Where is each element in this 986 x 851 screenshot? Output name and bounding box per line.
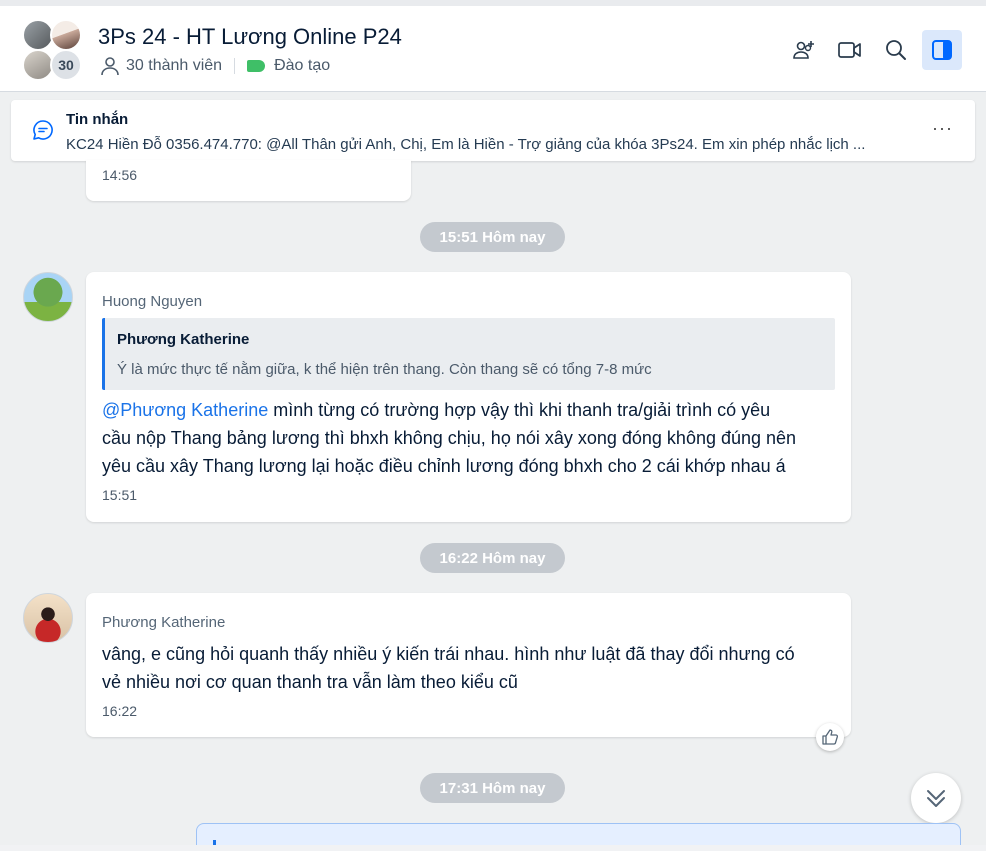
chat-header: 30 3Ps 24 - HT Lương Online P24 30 thành… xyxy=(0,6,986,92)
sender-name: Huong Nguyen xyxy=(102,293,203,310)
tag-label[interactable]: Đào tạo xyxy=(274,57,330,75)
thumbs-up-icon xyxy=(821,728,839,746)
bottom-strip xyxy=(0,845,986,851)
quoted-message[interactable]: Phương Katherine Ý là mức thực tế nằm gi… xyxy=(102,318,835,390)
message-bubble[interactable]: Phương Katherine vâng, e cũng hỏi quanh … xyxy=(86,593,851,737)
message-time: 16:22 xyxy=(102,703,138,719)
video-call-icon xyxy=(837,38,863,62)
message-text: vâng, e cũng hỏi quanh thấy nhiều ý kiến… xyxy=(102,640,837,696)
message-line: vâng, e cũng hỏi quanh thấy nhiều ý kiến… xyxy=(102,644,795,664)
sender-name: Phương Katherine xyxy=(102,614,226,631)
chat-meta: 30 thành viên Đào tạo xyxy=(100,56,330,76)
mention-link[interactable]: @Phương Katherine xyxy=(102,400,268,420)
pinned-text: KC24 Hiền Đỗ 0356.474.770: @All Thân gửi… xyxy=(66,136,866,153)
pinned-message-bar[interactable]: Tin nhắn KC24 Hiền Đỗ 0356.474.770: @All… xyxy=(11,100,975,161)
message-line: vẻ nhiều nơi cơ quan thanh tra vẫn làm t… xyxy=(102,672,518,692)
member-count-badge: 30 xyxy=(50,49,82,81)
avatar[interactable] xyxy=(23,272,73,322)
quoted-sender: Phương Katherine xyxy=(117,331,250,348)
add-member-button[interactable] xyxy=(784,30,824,70)
search-icon xyxy=(884,38,908,62)
message-time: 15:51 xyxy=(102,487,138,503)
member-avatar xyxy=(50,19,82,51)
like-reaction-button[interactable] xyxy=(816,723,844,751)
search-button[interactable] xyxy=(876,30,916,70)
time-divider: 15:51 Hôm nay xyxy=(420,222,565,252)
member-icon xyxy=(100,56,120,76)
sidebar-toggle-icon xyxy=(930,38,954,62)
double-chevron-down-icon xyxy=(922,784,950,812)
header-actions xyxy=(784,30,962,70)
chat-bubble-icon xyxy=(31,118,55,147)
time-divider: 17:31 Hôm nay xyxy=(420,773,565,803)
message-line: cầu nộp Thang bảng lương thì bhxh không … xyxy=(102,428,797,448)
sidebar-toggle-button[interactable] xyxy=(922,30,962,70)
tag-icon xyxy=(247,60,266,72)
meta-separator xyxy=(234,58,236,74)
message-bubble[interactable]: Huong Nguyen Phương Katherine Ý là mức t… xyxy=(86,272,851,522)
message-time: 14:56 xyxy=(102,167,138,183)
more-options-button[interactable]: ··· xyxy=(932,118,953,139)
message-bubble[interactable]: 14:56 xyxy=(86,160,411,201)
group-avatar[interactable]: 30 xyxy=(22,19,84,81)
pinned-title: Tin nhắn xyxy=(66,111,129,128)
avatar[interactable] xyxy=(23,593,73,643)
quoted-text: Ý là mức thực tế nằm giữa, k thể hiện tr… xyxy=(117,361,652,378)
members-link[interactable]: 30 thành viên xyxy=(126,57,222,75)
video-call-button[interactable] xyxy=(830,30,870,70)
add-member-icon xyxy=(792,38,816,62)
message-text: @Phương Katherine mình từng có trường hợ… xyxy=(102,396,837,480)
time-divider: 16:22 Hôm nay xyxy=(420,543,565,573)
message-line: yêu cầu xây Thang lương lại hoặc điều ch… xyxy=(102,456,786,476)
chat-title[interactable]: 3Ps 24 - HT Lương Online P24 xyxy=(98,24,402,50)
scroll-to-bottom-button[interactable] xyxy=(911,773,961,823)
message-line: mình từng có trường hợp vậy thì khi than… xyxy=(268,400,771,420)
